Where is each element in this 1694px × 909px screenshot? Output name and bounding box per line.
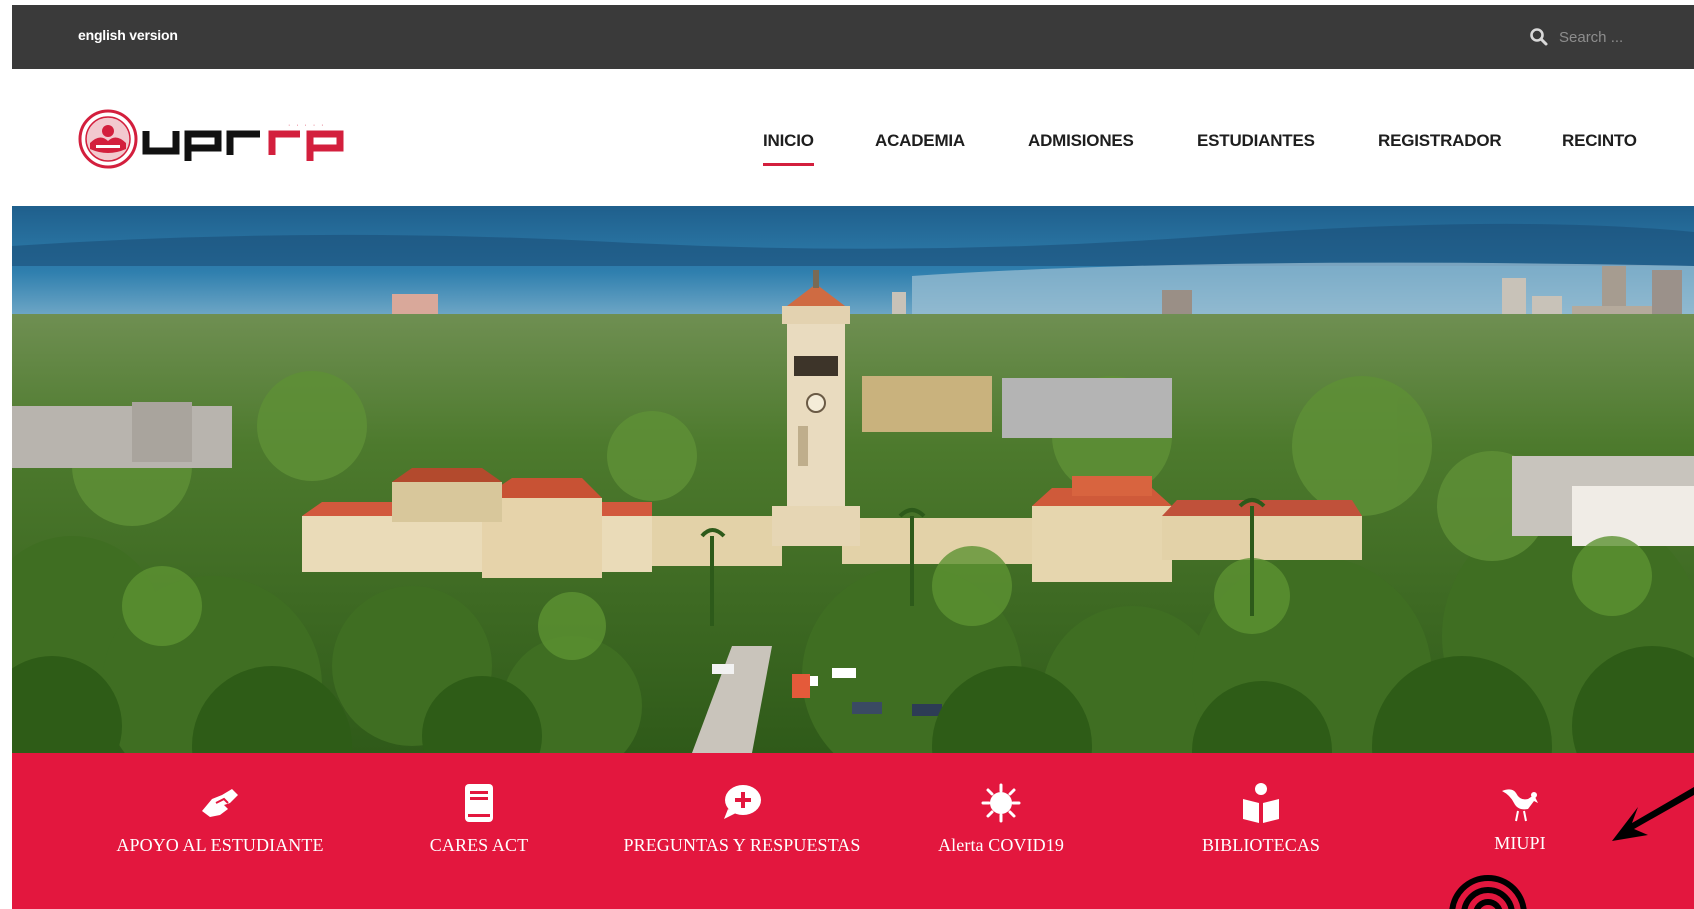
main-nav: INICIO ACADEMIA ADMISIONES ESTUDIANTES R…	[12, 131, 1694, 166]
handshake-icon	[198, 781, 242, 825]
quick-link-label: APOYO AL ESTUDIANTE	[116, 835, 324, 855]
quick-link-label: BIBLIOTECAS	[1201, 835, 1321, 855]
search-input[interactable]	[1557, 23, 1681, 51]
top-bar: english version	[12, 5, 1694, 69]
search-icon[interactable]	[1529, 27, 1549, 47]
nav-estudiantes[interactable]: ESTUDIANTES	[1197, 131, 1315, 151]
pointer-arrow-annotation	[1612, 787, 1694, 841]
quick-link-alerta-covid19[interactable]: Alerta COVID19	[876, 781, 1126, 891]
quick-link-label: PREGUNTAS Y RESPUESTAS	[623, 835, 861, 855]
quick-link-preguntas-respuestas[interactable]: PREGUNTAS Y RESPUESTAS	[611, 781, 873, 891]
nav-recinto[interactable]: RECINTO	[1562, 131, 1637, 151]
nav-inicio[interactable]: INICIO	[763, 131, 814, 166]
rooster-icon	[1498, 781, 1542, 825]
book-icon	[457, 781, 501, 825]
quick-link-apoyo-estudiante[interactable]: APOYO AL ESTUDIANTE	[95, 781, 345, 891]
nav-academia[interactable]: ACADEMIA	[875, 131, 965, 151]
search-box[interactable]	[1529, 22, 1689, 52]
reader-icon	[1239, 781, 1283, 825]
virus-icon	[979, 781, 1023, 825]
nav-admisiones[interactable]: ADMISIONES	[1028, 131, 1134, 151]
page: english version Search ... · · · · · INI…	[12, 5, 1694, 909]
site-header: · · · · · INICIO ACADEMIA ADMISIONES EST…	[12, 69, 1694, 211]
quick-links-bar: APOYO AL ESTUDIANTE CARES ACT PREGUNTAS …	[12, 753, 1694, 909]
quick-link-label: CARES ACT	[429, 835, 529, 855]
english-version-link[interactable]: english version	[78, 27, 178, 43]
highlight-circle-annotation	[1449, 875, 1527, 909]
hero-campus-image	[12, 206, 1694, 753]
question-chat-icon	[720, 781, 764, 825]
nav-registrador[interactable]: REGISTRADOR	[1378, 131, 1502, 151]
quick-link-cares-act[interactable]: CARES ACT	[354, 781, 604, 891]
quick-link-bibliotecas[interactable]: BIBLIOTECAS	[1136, 781, 1386, 891]
quick-link-label: Alerta COVID19	[938, 835, 1064, 855]
svg-text:· · · · ·: · · · · ·	[288, 122, 325, 129]
